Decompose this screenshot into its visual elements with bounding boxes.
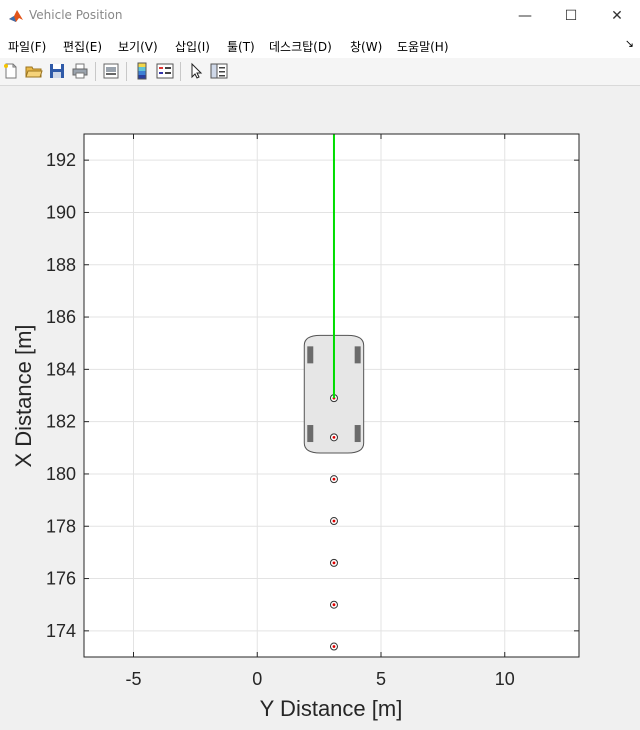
y-tick-label: 178 — [46, 516, 76, 536]
trail-marker-dot — [332, 561, 336, 565]
trail-marker-dot — [332, 519, 336, 523]
vehicle-position-plot[interactable]: -5 0 5 10 174 176 178 180 182 184 186 188 190 192 Y D… — [0, 0, 640, 730]
y-tick-label: 192 — [46, 150, 76, 170]
trail-marker-dot — [332, 645, 336, 648]
trail-marker-dot — [332, 477, 336, 481]
x-axis-label: Y Distance [m] — [260, 696, 403, 721]
vehicle-wheel — [354, 346, 361, 364]
trail-marker-dot — [332, 603, 336, 607]
vehicle-wheel — [307, 425, 314, 443]
y-tick-label: 190 — [46, 202, 76, 222]
y-tick-label: 188 — [46, 255, 76, 275]
x-tick-label: 0 — [252, 669, 262, 689]
y-tick-label: 174 — [46, 621, 76, 641]
x-tick-label: 5 — [376, 669, 386, 689]
x-tick-label: -5 — [125, 669, 141, 689]
vehicle-wheel — [307, 346, 314, 364]
trail-marker-dot — [332, 435, 336, 439]
x-tick-label: 10 — [495, 669, 515, 689]
y-tick-label: 176 — [46, 569, 76, 589]
y-axis-label: X Distance [m] — [11, 324, 36, 467]
y-tick-label: 182 — [46, 412, 76, 432]
y-tick-label: 186 — [46, 307, 76, 327]
vehicle-wheel — [354, 425, 361, 443]
y-tick-label: 184 — [46, 359, 76, 379]
y-tick-label: 180 — [46, 464, 76, 484]
